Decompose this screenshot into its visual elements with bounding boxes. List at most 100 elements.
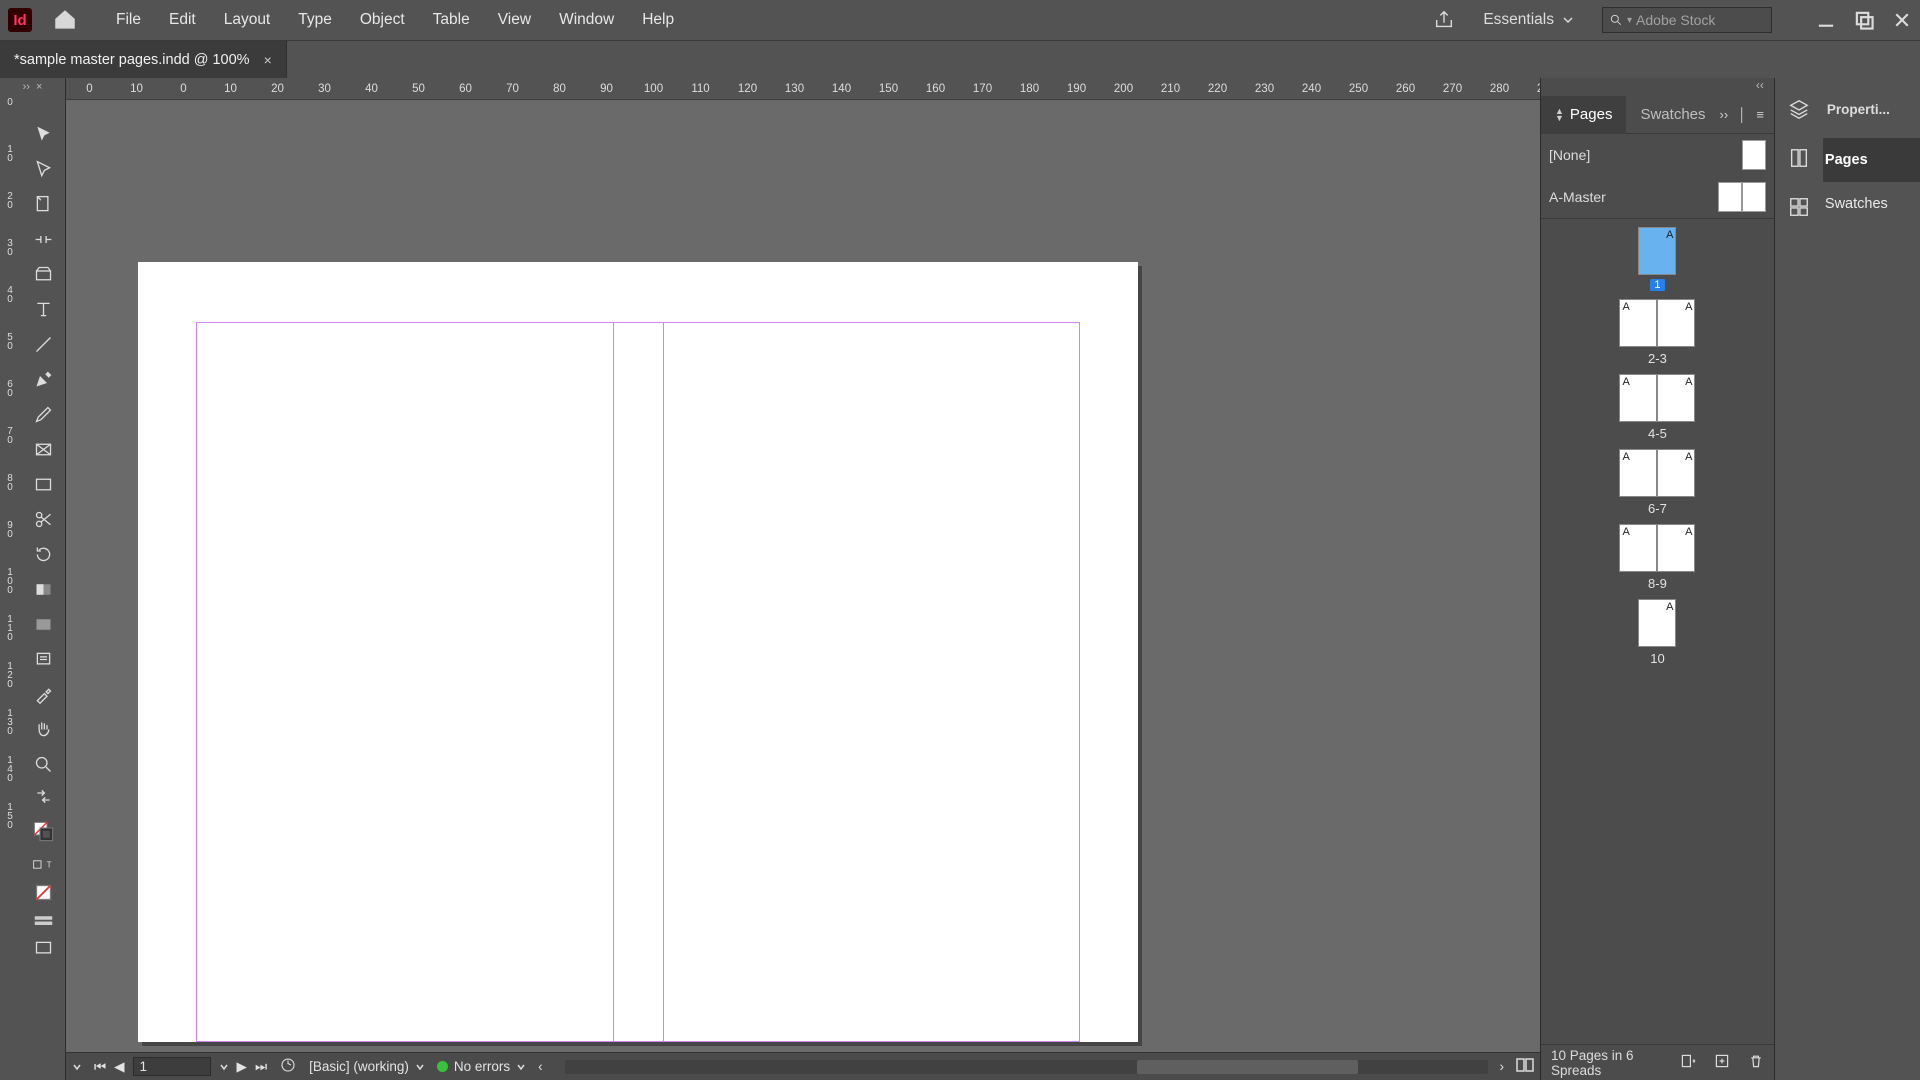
menu-type[interactable]: Type bbox=[284, 0, 346, 40]
menu-edit[interactable]: Edit bbox=[155, 0, 210, 40]
page-thumbnail[interactable]: A bbox=[1619, 299, 1657, 347]
edit-page-size-button[interactable] bbox=[1680, 1053, 1696, 1072]
view-split[interactable] bbox=[1516, 1058, 1534, 1075]
page-thumbnail[interactable]: A bbox=[1657, 449, 1695, 497]
page-thumbnail[interactable]: A bbox=[1619, 449, 1657, 497]
preflight-status[interactable]: No errors bbox=[437, 1059, 526, 1074]
page-thumbnail[interactable]: A bbox=[1657, 374, 1695, 422]
formatting-container[interactable]: T bbox=[26, 852, 62, 876]
page-thumbnail[interactable]: A bbox=[1657, 524, 1695, 572]
zoom-dropdown[interactable] bbox=[72, 1062, 82, 1072]
spread[interactable]: AA8-9 bbox=[1619, 524, 1695, 591]
menu-table[interactable]: Table bbox=[419, 0, 484, 40]
spread[interactable]: AA2-3 bbox=[1619, 299, 1695, 366]
eyedropper-tool[interactable] bbox=[26, 677, 62, 711]
page-thumbnail[interactable]: A bbox=[1619, 374, 1657, 422]
pages-dock-tab[interactable]: Pages bbox=[1823, 138, 1920, 182]
ruler-tick: 230 bbox=[1241, 78, 1288, 99]
menu-object[interactable]: Object bbox=[346, 0, 419, 40]
window-maximize[interactable] bbox=[1854, 10, 1874, 30]
hand-tool[interactable] bbox=[26, 712, 62, 746]
page-thumbnail[interactable]: A bbox=[1657, 299, 1695, 347]
zoom-tool[interactable] bbox=[26, 747, 62, 781]
page-tool[interactable] bbox=[26, 187, 62, 221]
apply-none[interactable] bbox=[26, 877, 62, 907]
panel-menu[interactable]: ≡ bbox=[1756, 107, 1764, 122]
rectangle-tool[interactable] bbox=[26, 467, 62, 501]
gradient-swatch-tool[interactable] bbox=[26, 572, 62, 606]
properties-dock-tab[interactable]: Properti... bbox=[1823, 92, 1920, 126]
fill-stroke[interactable] bbox=[26, 811, 62, 851]
delete-page-button[interactable] bbox=[1748, 1053, 1764, 1072]
free-transform-tool[interactable] bbox=[26, 537, 62, 571]
selection-tool[interactable] bbox=[26, 117, 62, 151]
pencil-tool[interactable] bbox=[26, 397, 62, 431]
content-collector-tool[interactable] bbox=[26, 257, 62, 291]
layers-dock-icon[interactable] bbox=[1788, 98, 1810, 125]
share-button[interactable] bbox=[1433, 9, 1455, 31]
window-minimize[interactable] bbox=[1816, 10, 1836, 30]
menu-file[interactable]: File bbox=[102, 0, 155, 40]
rectangle-frame-tool[interactable] bbox=[26, 432, 62, 466]
last-page-button[interactable]: ⏭ bbox=[255, 1059, 267, 1075]
scroll-right[interactable]: › bbox=[1500, 1059, 1505, 1074]
preflight-profile[interactable]: [Basic] (working) bbox=[309, 1059, 425, 1074]
direct-selection-tool[interactable] bbox=[26, 152, 62, 186]
scroll-left[interactable]: ‹ bbox=[538, 1059, 543, 1074]
canvas[interactable] bbox=[66, 100, 1540, 1052]
swatches-dock-tab[interactable]: Swatches bbox=[1823, 182, 1920, 226]
spread[interactable]: AA4-5 bbox=[1619, 374, 1695, 441]
page-thumbnail[interactable]: A bbox=[1619, 524, 1657, 572]
chevron-down-icon bbox=[1562, 14, 1574, 26]
spread[interactable]: A10 bbox=[1638, 599, 1676, 666]
screen-mode-rows[interactable] bbox=[26, 908, 62, 934]
type-tool[interactable] bbox=[26, 292, 62, 326]
spread[interactable]: A1 bbox=[1638, 227, 1676, 291]
gap-tool[interactable] bbox=[26, 222, 62, 256]
stock-search[interactable]: ▾ Adobe Stock bbox=[1602, 7, 1772, 33]
tools-collapse[interactable]: ›› × bbox=[0, 78, 65, 96]
menu-window[interactable]: Window bbox=[545, 0, 628, 40]
swatches-tab[interactable]: Swatches bbox=[1626, 96, 1719, 134]
page-thumbnail[interactable]: A bbox=[1638, 227, 1676, 275]
window-close[interactable] bbox=[1892, 10, 1912, 30]
panel-expand[interactable]: ›› bbox=[1720, 107, 1729, 122]
pen-tool[interactable] bbox=[26, 362, 62, 396]
page-thumbnail[interactable]: A bbox=[1638, 599, 1676, 647]
horizontal-scrollbar[interactable] bbox=[565, 1060, 1488, 1074]
menu-help[interactable]: Help bbox=[628, 0, 688, 40]
new-page-button[interactable] bbox=[1714, 1053, 1730, 1072]
first-page-button[interactable]: ⏮ bbox=[94, 1059, 106, 1075]
menu-view[interactable]: View bbox=[484, 0, 545, 40]
ruler-tick: 150 bbox=[865, 78, 912, 99]
page-navigator[interactable]: ⏮ ◀ 1 ▶ ⏭ bbox=[94, 1057, 267, 1076]
ruler-tick: 270 bbox=[1429, 78, 1476, 99]
menu-layout[interactable]: Layout bbox=[210, 0, 285, 40]
spread[interactable]: AA6-7 bbox=[1619, 449, 1695, 516]
home-button[interactable] bbox=[52, 7, 78, 33]
gradient-feather-tool[interactable] bbox=[26, 607, 62, 641]
scissors-tool[interactable] bbox=[26, 502, 62, 536]
swatches-dock-icon[interactable] bbox=[1788, 196, 1810, 223]
page-field[interactable]: 1 bbox=[133, 1057, 211, 1076]
pages-tab[interactable]: ▲▼ Pages bbox=[1541, 96, 1626, 134]
panel-collapse[interactable]: ‹‹ bbox=[1541, 78, 1774, 96]
prev-page-button[interactable]: ◀ bbox=[114, 1059, 124, 1075]
next-page-button[interactable]: ▶ bbox=[237, 1059, 247, 1075]
split-icon bbox=[1516, 1058, 1534, 1072]
ruler-tick: 280 bbox=[1476, 78, 1523, 99]
collector-icon bbox=[33, 264, 54, 285]
preflight-menu[interactable] bbox=[279, 1056, 297, 1077]
line-tool[interactable] bbox=[26, 327, 62, 361]
note-tool[interactable] bbox=[26, 642, 62, 676]
document-tab-close[interactable]: × bbox=[264, 52, 272, 68]
master-a[interactable]: A-Master bbox=[1541, 176, 1774, 218]
screen-mode[interactable] bbox=[26, 935, 62, 961]
fill-stroke-swap[interactable] bbox=[26, 782, 62, 810]
document-tab[interactable]: *sample master pages.indd @ 100% × bbox=[0, 41, 287, 78]
master-none[interactable]: [None] bbox=[1541, 134, 1774, 176]
workspace-switcher[interactable]: Essentials bbox=[1473, 11, 1584, 29]
pages-dock-icon[interactable] bbox=[1788, 147, 1810, 174]
scrollbar-thumb[interactable] bbox=[1137, 1060, 1358, 1074]
ruler-tick: 140 bbox=[0, 754, 20, 801]
